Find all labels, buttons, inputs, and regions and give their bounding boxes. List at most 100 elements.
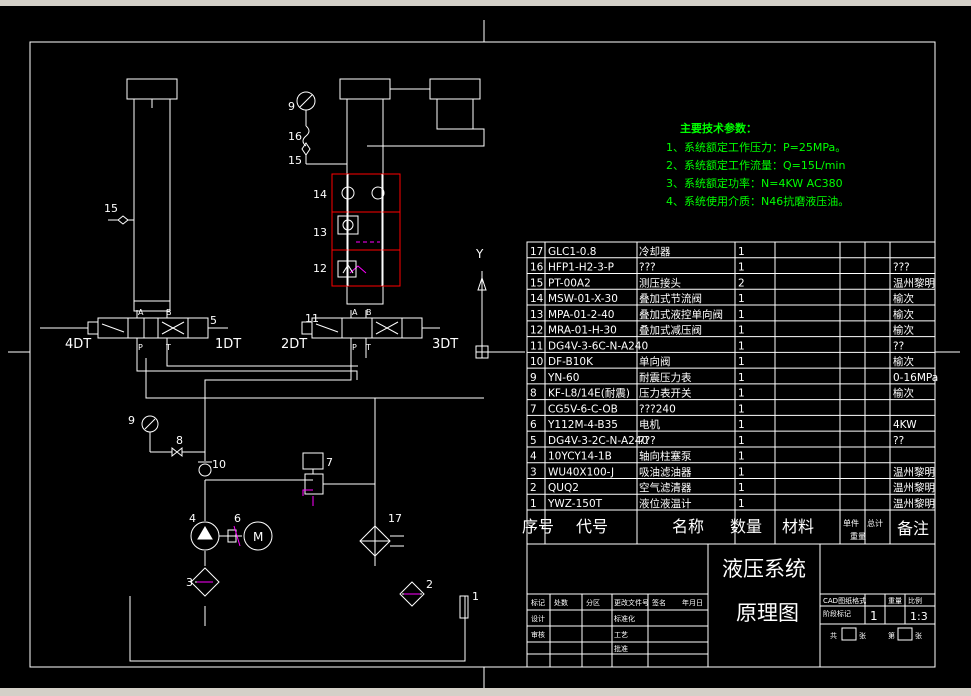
bom-cell-no: 10 — [530, 356, 543, 368]
port-a-right: A — [352, 308, 358, 317]
tb-qty: 1 — [870, 609, 878, 623]
bom-cell-qty: 1 — [738, 356, 745, 368]
label-16: 16 — [288, 130, 302, 143]
stacked-valve-block — [331, 173, 401, 287]
label-9-top: 9 — [288, 100, 295, 113]
bom-cell-no: 6 — [530, 419, 537, 431]
y-axis-label: Y — [475, 247, 484, 261]
status-strip — [0, 688, 971, 696]
bom-cell-code: QUQ2 — [548, 482, 579, 494]
bom-cell-code: WU40X100-J — [548, 466, 614, 478]
bom-h-weight: 重量 — [850, 531, 866, 541]
bom-cell-note: 温州黎明 — [893, 497, 935, 510]
bom-cell-qty: 2 — [738, 277, 745, 289]
bom-cell-code: GLC1-0.8 — [548, 246, 597, 258]
ucs-icon: Y — [475, 247, 525, 359]
bom-cell-qty: 1 — [738, 482, 745, 494]
bom-cell-no: 14 — [530, 293, 544, 305]
port-a-left: A — [138, 308, 144, 317]
bom-cell-no: 13 — [530, 309, 543, 321]
bom-cell-no: 12 — [530, 325, 543, 337]
bom-cell-note: 0-16MPa — [893, 372, 938, 384]
bom-cell-name: 耐震压力表 — [639, 371, 692, 384]
hydraulic-schematic — [40, 78, 485, 662]
bom-cell-note: 4KW — [893, 419, 917, 431]
port-p-left: P — [138, 343, 143, 352]
bom-h-code: 代号 — [576, 517, 608, 536]
bom-cell-qty: 1 — [738, 293, 745, 305]
label-9-bottom: 9 — [128, 414, 135, 427]
bom-cell-no: 11 — [530, 340, 543, 352]
bom-cell-no: 17 — [530, 246, 543, 258]
label-2dt: 2DT — [281, 337, 307, 352]
bom-cell-note: 温州黎明 — [893, 481, 935, 494]
bom-cell-code: YN-60 — [547, 372, 579, 384]
bom-cell-qty: 1 — [738, 262, 745, 274]
bom-h-mat: 材料 — [782, 517, 814, 536]
label-17: 17 — [388, 512, 402, 525]
label-motor: M — [253, 530, 263, 544]
bom-cell-note: 榆次 — [893, 324, 914, 337]
tb-ratio: 比例 — [908, 596, 922, 605]
label-12: 12 — [313, 262, 327, 275]
bom-cell-name: 压力表开关 — [639, 387, 692, 400]
bom-cell-code: PT-00A2 — [548, 277, 591, 289]
bom-h-no: 序号 — [522, 517, 554, 536]
bom-cell-qty: 1 — [738, 466, 745, 478]
bom-cell-note: 温州黎明 — [893, 465, 935, 478]
label-2: 2 — [426, 578, 433, 591]
port-t-left: T — [165, 343, 171, 352]
label-3dt: 3DT — [432, 337, 458, 352]
label-5: 5 — [210, 314, 217, 327]
bom-cell-note: ?? — [893, 340, 904, 352]
bom-cell-qty: 1 — [738, 403, 745, 415]
bom-cell-qty: 1 — [738, 435, 745, 447]
bom-cell-no: 5 — [530, 435, 537, 447]
bom-cell-code: HFP1-H2-3-P — [548, 262, 614, 274]
bom-cell-no: 8 — [530, 388, 537, 400]
label-4dt: 4DT — [65, 337, 91, 352]
tb-scale: 1:3 — [910, 610, 928, 623]
bom-rows: 17 GLC1-0.8 冷却器 116 HFP1-H2-3-P??? 1 ???15 PT-0… — [527, 245, 938, 511]
bom-cell-name: 单向阀 — [639, 355, 671, 368]
bom-cell-qty: 1 — [738, 372, 745, 384]
bom-cell-qty: 1 — [738, 309, 745, 321]
spec-block: 主要技术参数： 1、系统额定工作压力：P=25MPa。 2、系统额定工作流量：Q… — [666, 121, 849, 208]
bom-cell-no: 2 — [530, 482, 537, 494]
schematic-labels: 4DT 1DT 2DT 3DT 5 11 9 16 15 14 13 12 15… — [65, 100, 479, 603]
port-b-left: B — [166, 308, 172, 317]
bom-cell-code: MSW-01-X-30 — [548, 293, 618, 305]
bom-cell-qty: 1 — [738, 340, 745, 352]
bom-cell-no: 7 — [530, 403, 537, 415]
tb-sign: 签名 — [652, 598, 666, 607]
tb-zone: 分区 — [586, 598, 600, 607]
spec-line-3: 3、系统额定功率：N=4KW AC380 — [666, 176, 843, 190]
bom-cell-no: 3 — [530, 466, 537, 478]
bom-cell-note: ?? — [893, 435, 904, 447]
tb-count: 处数 — [554, 598, 568, 607]
bom-cell-name: ??? — [639, 262, 656, 274]
tb-file: 更改文件号 — [614, 598, 649, 607]
bom-cell-name: 测压接头 — [639, 276, 681, 289]
bom-cell-qty: 1 — [738, 325, 745, 337]
label-10: 10 — [212, 458, 226, 471]
bom-cell-name: 叠加式减压阀 — [639, 324, 702, 337]
label-1dt: 1DT — [215, 337, 241, 352]
title-block-text: 液压系统 原理图 标记 处数 分区 更改文件号 签名 年月日 设计 标准化 审核… — [531, 557, 928, 653]
port-p-right: P — [352, 343, 357, 352]
bom-cell-name: ??? — [639, 435, 656, 447]
bom-h-name: 名称 — [672, 517, 704, 536]
tb-page: 第 — [888, 631, 895, 640]
bom-cell-note: 榆次 — [893, 292, 914, 305]
bom-cell-code: MPA-01-2-40 — [548, 309, 614, 321]
bom-cell-name: 轴向柱塞泵 — [639, 450, 692, 463]
title-main-1: 液压系统 — [722, 557, 806, 581]
bom-cell-qty: 1 — [738, 388, 745, 400]
tb-process: 工艺 — [614, 631, 628, 639]
bom-cell-name: 叠加式液控单向阀 — [639, 308, 723, 321]
drawing-canvas[interactable]: Y 主要技术参数： 1、系统额定工作压力：P=25MPa。 2、系统额定工作流量… — [0, 6, 971, 688]
label-13: 13 — [313, 226, 327, 239]
tb-sheet: 共 — [830, 631, 837, 640]
spec-line-1: 1、系统额定工作压力：P=25MPa。 — [666, 140, 846, 154]
bom-cell-code: 10YCY14-1B — [548, 451, 612, 463]
